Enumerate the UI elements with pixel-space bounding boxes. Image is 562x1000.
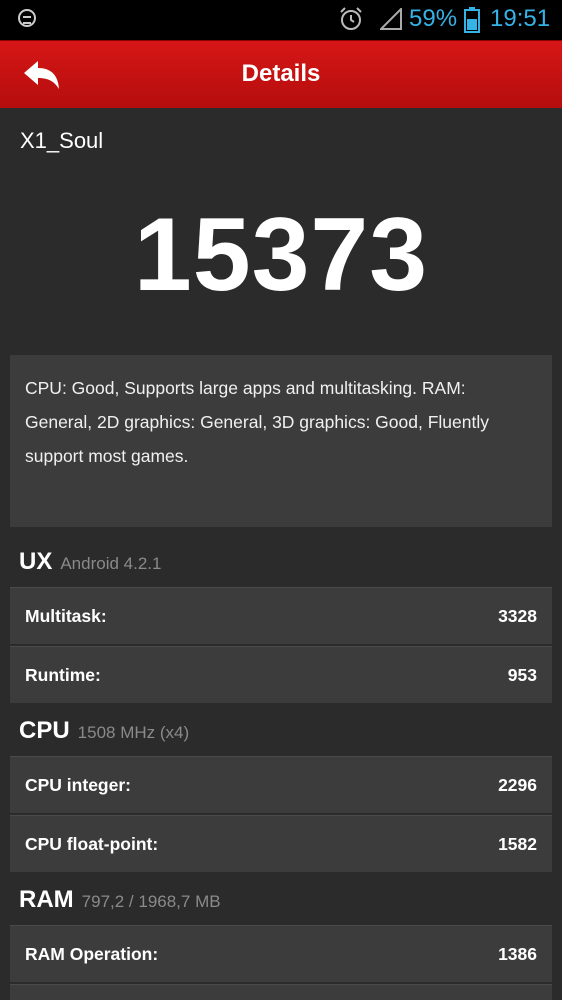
- section-subtitle: Android 4.2.1: [60, 554, 162, 573]
- device-name: X1_Soul: [20, 128, 104, 153]
- page-title: Details: [241, 60, 321, 87]
- clock: 19:51: [490, 5, 551, 32]
- header-bar: Details: [0, 40, 562, 108]
- section-subtitle: 1508 MHz (x4): [77, 723, 190, 742]
- table-row-partial: [10, 984, 552, 1000]
- table-row: CPU float-point: 1582: [10, 815, 552, 872]
- table-row: CPU integer: 2296: [10, 756, 552, 813]
- row-label: CPU float-point:: [25, 834, 159, 854]
- table-row: RAM Operation: 1386: [10, 925, 552, 982]
- summary-text: CPU: Good, Supports large apps and multi…: [10, 355, 552, 527]
- section-title: UX: [19, 548, 53, 575]
- section-subtitle: 797,2 / 1968,7 MB: [81, 892, 221, 911]
- status-bar: 59% 19:51: [0, 0, 562, 40]
- section-ux-header: UX Android 4.2.1: [19, 548, 161, 576]
- row-value: 1386: [498, 944, 537, 964]
- section-title: RAM: [19, 886, 74, 913]
- notification-icon: [18, 9, 36, 27]
- row-value: 2296: [498, 775, 537, 795]
- row-value: 1582: [498, 834, 537, 854]
- signal-icon: [380, 8, 402, 30]
- battery-icon: [464, 7, 480, 33]
- row-label: Runtime:: [25, 665, 101, 685]
- row-label: RAM Operation:: [25, 944, 159, 964]
- battery-percent: 59%: [409, 5, 458, 32]
- benchmark-score: 15373: [133, 197, 429, 313]
- row-value: 953: [507, 665, 537, 685]
- section-cpu-header: CPU 1508 MHz (x4): [19, 717, 189, 745]
- table-row: Runtime: 953: [10, 646, 552, 703]
- section-title: CPU: [19, 717, 70, 744]
- row-value: 3328: [498, 606, 537, 626]
- section-ram-header: RAM 797,2 / 1968,7 MB: [19, 886, 221, 914]
- alarm-icon: [340, 7, 362, 30]
- table-row: Multitask: 3328: [10, 587, 552, 644]
- row-label: Multitask:: [25, 606, 107, 626]
- row-label: CPU integer:: [25, 775, 131, 795]
